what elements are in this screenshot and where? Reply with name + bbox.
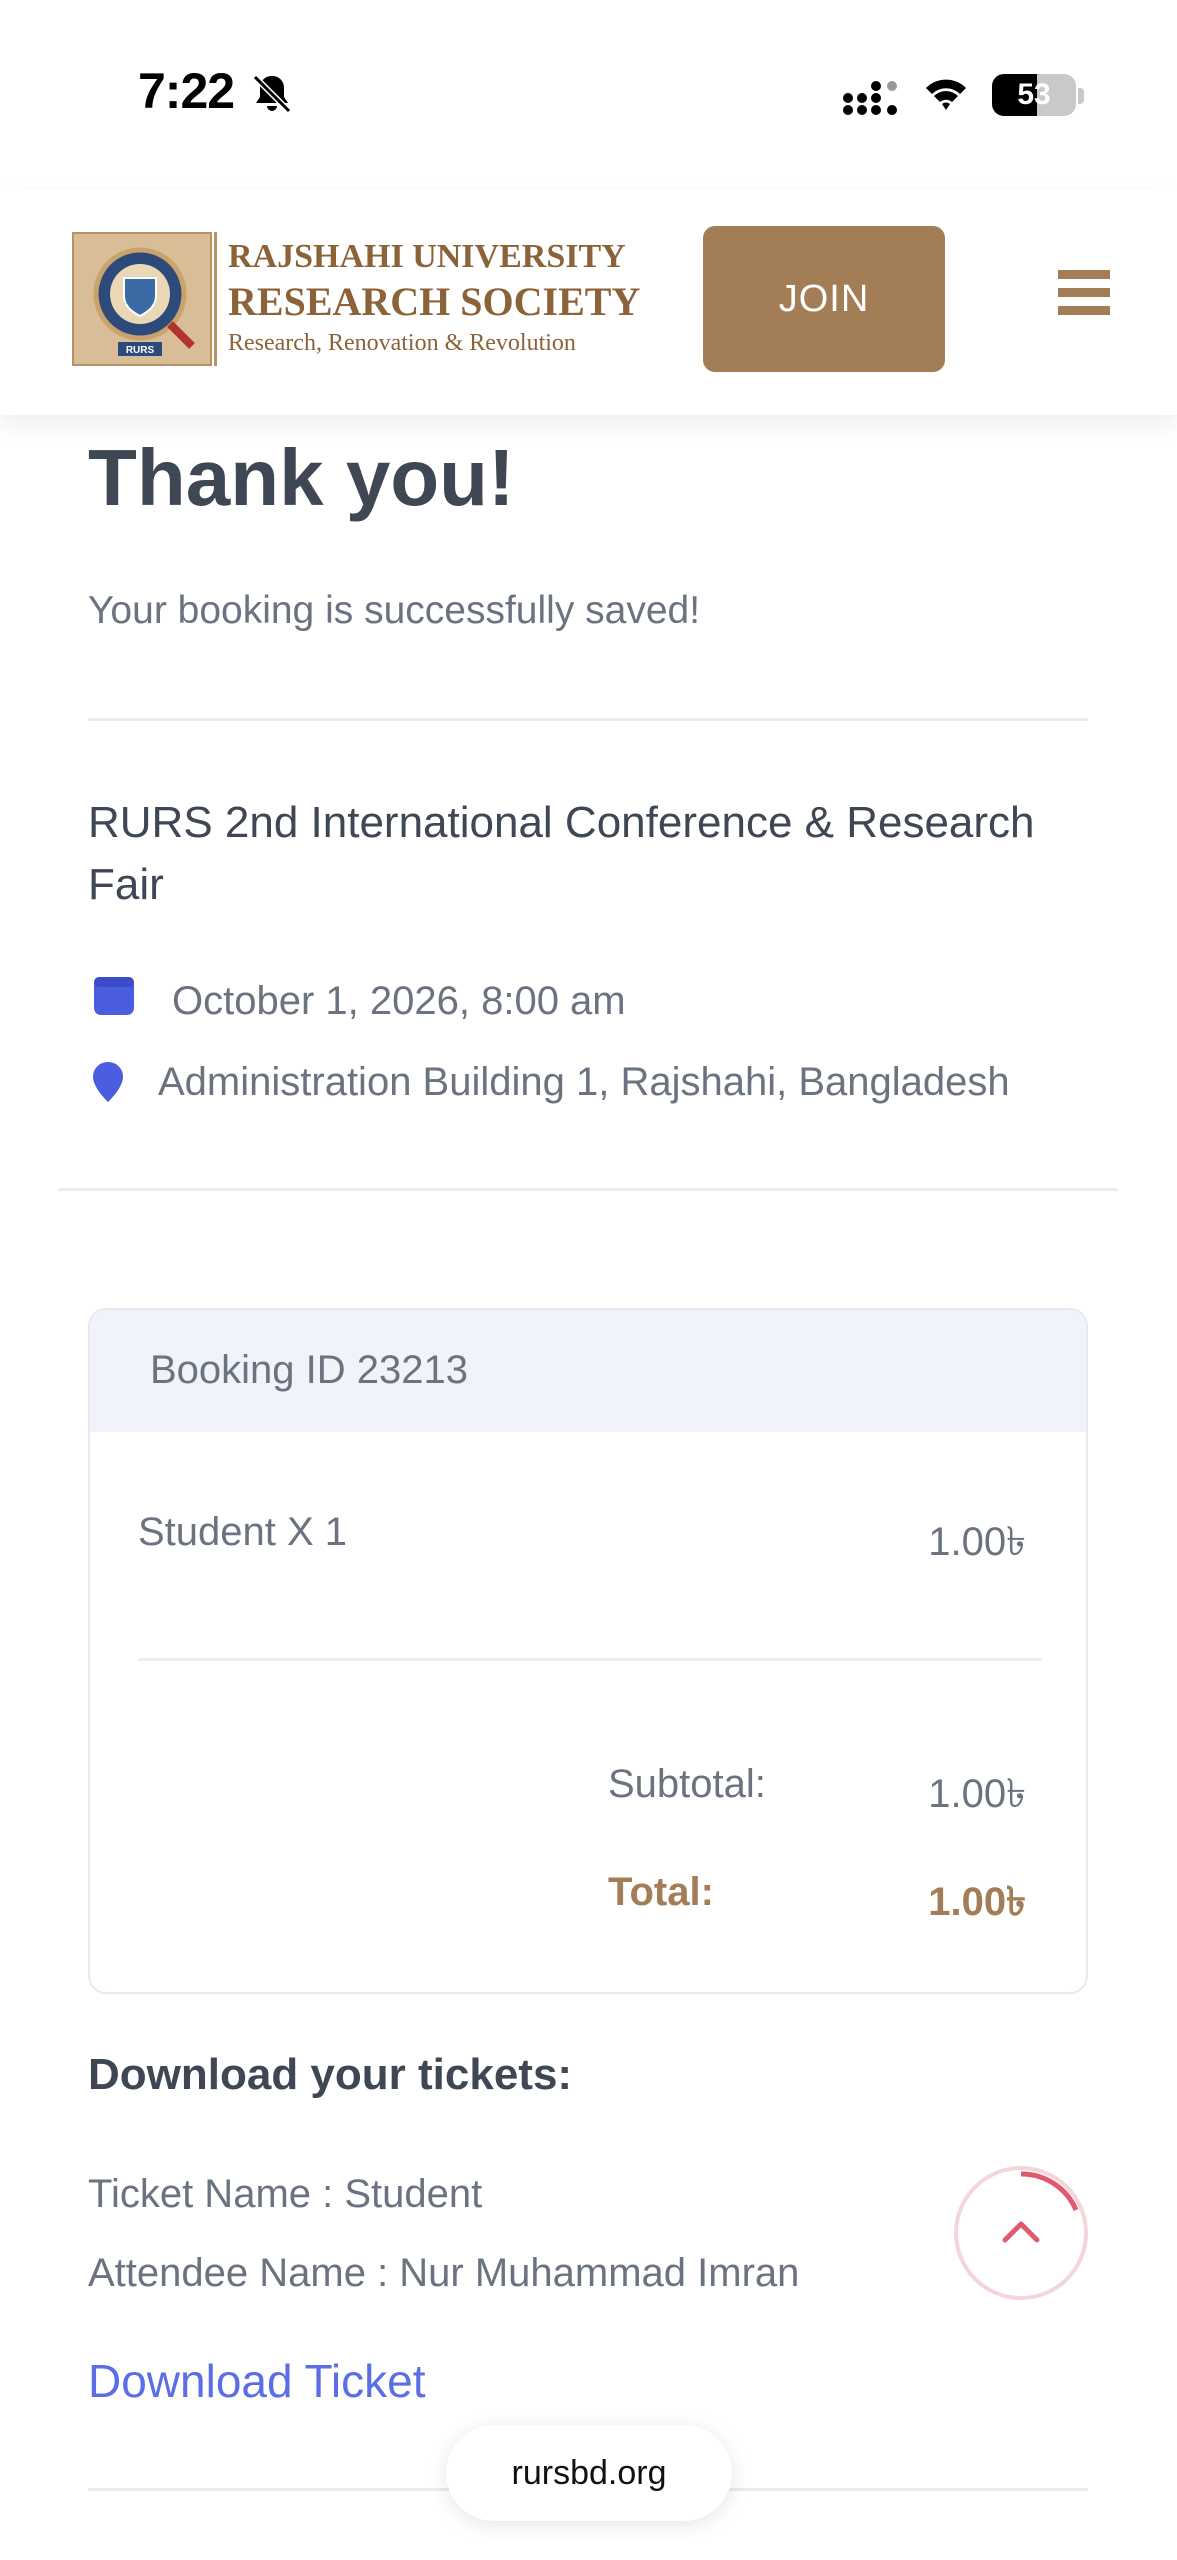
line-item-name: Student X 1 (138, 1510, 348, 1554)
scroll-to-top-button[interactable] (954, 2166, 1088, 2300)
calendar-icon (94, 977, 134, 1015)
cellular-signal-icon (843, 81, 897, 115)
divider (88, 718, 1088, 721)
event-date: October 1, 2026, 8:00 am (172, 979, 626, 1023)
thank-you-heading: Thank you! (88, 433, 515, 522)
total-label: Total: (608, 1870, 714, 1914)
hamburger-menu-icon[interactable] (1058, 270, 1110, 316)
logo-title-line2: RESEARCH SOCIETY (228, 279, 641, 324)
download-ticket-link[interactable]: Download Ticket (88, 2354, 426, 2408)
status-time: 7:22 (138, 63, 235, 119)
site-header: RURS RAJSHAHI UNIVERSITY RESEARCH SOCIET… (0, 190, 1177, 415)
battery-cap (1078, 88, 1084, 104)
attendee-name: Attendee Name : Nur Muhammad Imran (88, 2251, 800, 2295)
join-button[interactable]: JOIN (703, 226, 945, 372)
card-divider (138, 1658, 1042, 1661)
society-logo-emblem[interactable]: RURS (72, 232, 212, 366)
booking-card-header: Booking ID 23213 (90, 1310, 1086, 1432)
map-pin-icon (93, 1062, 123, 1102)
divider (58, 1188, 1118, 1191)
download-tickets-heading: Download your tickets: (88, 2050, 573, 2099)
chevron-up-icon (1002, 2171, 1079, 2243)
logo-title-line1: RAJSHAHI UNIVERSITY (228, 238, 626, 275)
logo-badge-text: RURS (126, 345, 155, 356)
total-value: 1.00৳ (928, 1880, 1026, 1924)
shield-emblem-icon: RURS (93, 247, 195, 356)
logo-divider (214, 232, 217, 366)
booking-id: Booking ID 23213 (150, 1348, 469, 1392)
battery-indicator: 53 (992, 74, 1076, 116)
browser-url-bar[interactable]: rursbd.org (446, 2425, 732, 2521)
event-title: RURS 2nd International Conference & Rese… (88, 798, 1035, 909)
bell-slash-icon (252, 74, 292, 114)
logo-tagline: Research, Renovation & Revolution (228, 330, 576, 356)
subtotal-value: 1.00৳ (928, 1772, 1026, 1816)
event-location: Administration Building 1, Rajshahi, Ban… (158, 1060, 1010, 1104)
booking-summary-card: Booking ID 23213 Student X 1 1.00৳ Subto… (88, 1308, 1088, 1994)
line-item-price: 1.00৳ (928, 1520, 1026, 1564)
battery-percent: 53 (1017, 78, 1051, 111)
ticket-name: Ticket Name : Student (88, 2172, 483, 2216)
subtotal-label: Subtotal: (608, 1762, 766, 1806)
wifi-icon (926, 79, 966, 110)
booking-saved-message: Your booking is successfully saved! (88, 589, 701, 632)
